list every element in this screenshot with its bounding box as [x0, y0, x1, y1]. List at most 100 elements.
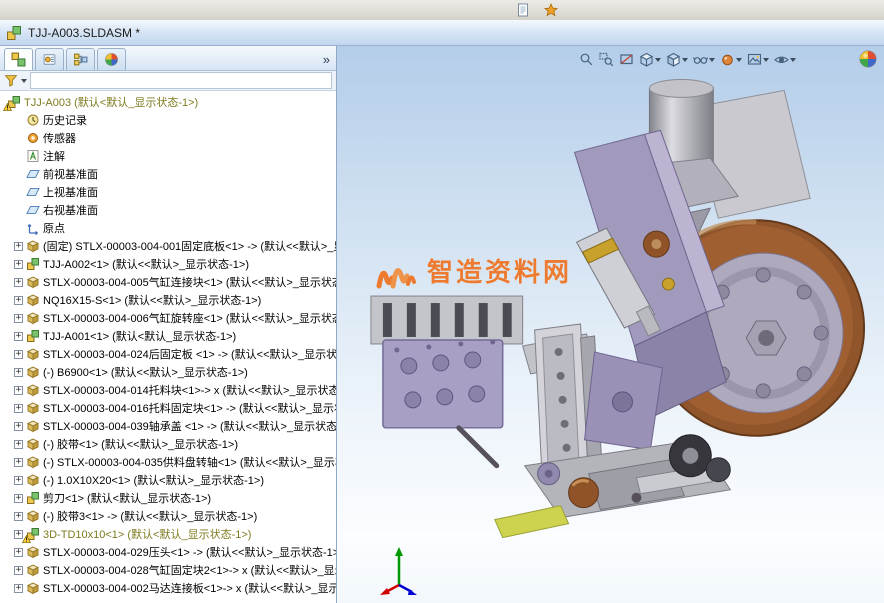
tree-item[interactable]: 注解: [0, 147, 336, 165]
tree-item[interactable]: +TJJ-A002<1> (默认<<默认>_显示状态-1>): [0, 255, 336, 273]
edit-appearance-icon[interactable]: [720, 51, 742, 68]
expand-toggle[interactable]: +: [14, 404, 23, 413]
tree-item[interactable]: +STLX-00003-004-006气缸旋转座<1> (默认<<默认>_显示状…: [0, 309, 336, 327]
expand-toggle[interactable]: +: [14, 440, 23, 449]
part-icon: [26, 383, 40, 397]
apply-scene-icon[interactable]: [747, 51, 769, 68]
tree-item[interactable]: TJJ-A003 (默认<默认_显示状态-1>): [0, 93, 336, 111]
expand-toggle[interactable]: +: [14, 476, 23, 485]
tree-item[interactable]: +3D-TD10x10<1> (默认<默认_显示状态-1>): [0, 525, 336, 543]
view-settings-caret[interactable]: [790, 58, 796, 62]
expand-toggle[interactable]: +: [14, 278, 23, 287]
solidworks-resources-sphere[interactable]: [859, 50, 877, 68]
part-icon: [26, 347, 40, 361]
part-icon: [26, 563, 40, 577]
tree-item[interactable]: 右视基准面: [0, 201, 336, 219]
assembly-icon: [7, 95, 21, 109]
expand-toggle[interactable]: +: [14, 512, 23, 521]
tree-item-label: (-) B6900<1> (默认<<默认>_显示状态-1>): [43, 364, 248, 380]
expand-toggle[interactable]: +: [14, 350, 23, 359]
expand-toggle[interactable]: +: [14, 332, 23, 341]
zoom-fit-icon[interactable]: [579, 51, 594, 68]
featuremanager-icon: [11, 52, 26, 67]
expand-toggle[interactable]: +: [14, 260, 23, 269]
tree-item[interactable]: 原点: [0, 219, 336, 237]
expand-toggle[interactable]: +: [14, 458, 23, 467]
tree-item[interactable]: 上视基准面: [0, 183, 336, 201]
view-orientation-icon[interactable]: [639, 51, 661, 68]
part-icon: [26, 509, 40, 523]
history-icon: [26, 113, 40, 127]
hide-show-caret[interactable]: [709, 58, 715, 62]
tree-item-label: 上视基准面: [43, 184, 98, 200]
filter-dropdown-caret[interactable]: [21, 79, 27, 83]
zoom-to-area-icon[interactable]: [599, 51, 614, 68]
display-style-caret[interactable]: [682, 58, 688, 62]
tree-item[interactable]: +STLX-00003-004-028气缸固定块2<1>-> x (默认<<默认…: [0, 561, 336, 579]
section-view-icon[interactable]: [619, 51, 634, 68]
tree-item[interactable]: +STLX-00003-004-005气缸连接块<1> (默认<<默认>_显示状…: [0, 273, 336, 291]
feature-manager-panel: » TJJ-A003 (默认<默认_显示状态-1>)历史记录传感器注解前视基准面…: [0, 46, 337, 603]
part-icon: [26, 365, 40, 379]
expand-toggle[interactable]: +: [14, 494, 23, 503]
display-style-icon[interactable]: [666, 51, 688, 68]
propertymanager-tab[interactable]: [35, 48, 64, 70]
expand-toggle[interactable]: +: [14, 584, 23, 593]
filter-funnel-icon[interactable]: [4, 74, 18, 87]
menu-strip: [0, 0, 884, 21]
tree-item-label: STLX-00003-004-024后固定板 <1> -> (默认<<默认>_显…: [43, 346, 336, 362]
edit-appearance-caret[interactable]: [736, 58, 742, 62]
expand-toggle[interactable]: +: [14, 242, 23, 251]
tree-item[interactable]: +(-) 1.0X10X20<1> (默认<默认>_显示状态-1>): [0, 471, 336, 489]
view-settings-icon[interactable]: [774, 51, 796, 68]
displaymanager-tab[interactable]: [97, 48, 126, 70]
tree-item-label: 原点: [43, 220, 65, 236]
tree-item[interactable]: + NQ16X15-S<1> (默认<<默认>_显示状态-1>): [0, 291, 336, 309]
tree-item-label: (-) 胶带3<1> -> (默认<<默认>_显示状态-1>): [43, 508, 257, 524]
star-icon[interactable]: [544, 3, 558, 17]
configurationmanager-tab[interactable]: [66, 48, 95, 70]
coordinate-triad-icon: [377, 545, 423, 597]
tree-item[interactable]: + (-) B6900<1> (默认<<默认>_显示状态-1>): [0, 363, 336, 381]
tree-item-label: (固定) STLX-00003-004-001固定底板<1> -> (默认<<默…: [43, 238, 336, 254]
tree-item[interactable]: +(-) STLX-00003-004-035供料盘转轴<1> (默认<<默认>…: [0, 453, 336, 471]
tree-item[interactable]: + 剪刀<1> (默认<默认_显示状态-1>): [0, 489, 336, 507]
solidworks-window: TJJ-A003.SLDASM * »: [0, 0, 884, 603]
tree-item[interactable]: +STLX-00003-004-029压头<1> -> (默认<<默认>_显示状…: [0, 543, 336, 561]
document-icon[interactable]: [516, 3, 530, 17]
expand-toggle[interactable]: +: [14, 296, 23, 305]
tree-item-label: STLX-00003-004-039轴承盖 <1> -> (默认<<默认>_显示…: [43, 418, 336, 434]
view-orientation-caret[interactable]: [655, 58, 661, 62]
graphics-viewport[interactable]: 智造资料网: [337, 46, 884, 603]
expand-toggle[interactable]: +: [14, 548, 23, 557]
tree-item[interactable]: 历史记录: [0, 111, 336, 129]
expand-toggle[interactable]: +: [14, 314, 23, 323]
panel-overflow-chevron[interactable]: »: [323, 50, 330, 70]
apply-scene-caret[interactable]: [763, 58, 769, 62]
featuremanager-tab[interactable]: [4, 48, 33, 70]
tree-item-label: 历史记录: [43, 112, 87, 128]
expand-toggle[interactable]: +: [14, 566, 23, 575]
tree-item[interactable]: + (固定) STLX-00003-004-001固定底板<1> -> (默认<<…: [0, 237, 336, 255]
tree-item[interactable]: + STLX-00003-004-039轴承盖 <1> -> (默认<<默认>_显…: [0, 417, 336, 435]
3d-model[interactable]: [337, 46, 884, 603]
expand-toggle[interactable]: +: [14, 386, 23, 395]
tree-item[interactable]: +(-) 胶带<1> (默认<<默认>_显示状态-1>): [0, 435, 336, 453]
part-icon: [26, 581, 40, 595]
tree-item[interactable]: 传感器: [0, 129, 336, 147]
expand-toggle[interactable]: +: [14, 368, 23, 377]
expand-toggle[interactable]: +: [14, 422, 23, 431]
part-icon: [26, 437, 40, 451]
tree-item-label: 剪刀<1> (默认<默认_显示状态-1>): [43, 490, 211, 506]
tree-item[interactable]: + (-) 胶带3<1> -> (默认<<默认>_显示状态-1>): [0, 507, 336, 525]
tree-item[interactable]: +STLX-00003-004-016托料固定块<1> -> (默认<<默认>_…: [0, 399, 336, 417]
hide-show-items-icon[interactable]: [693, 51, 715, 68]
tree-item[interactable]: 前视基准面: [0, 165, 336, 183]
tree-filter-input[interactable]: [30, 72, 332, 89]
tree-item[interactable]: +TJJ-A001<1> (默认<默认_显示状态-1>): [0, 327, 336, 345]
tree-item[interactable]: + STLX-00003-004-024后固定板 <1> -> (默认<<默认>_…: [0, 345, 336, 363]
tree-item-label: NQ16X15-S<1> (默认<<默认>_显示状态-1>): [43, 292, 261, 308]
title-bar[interactable]: TJJ-A003.SLDASM *: [0, 20, 884, 46]
tree-item[interactable]: +STLX-00003-004-002马达连接板<1>-> x (默认<<默认>…: [0, 579, 336, 597]
tree-item[interactable]: +STLX-00003-004-014托料块<1>-> x (默认<<默认>_显…: [0, 381, 336, 399]
